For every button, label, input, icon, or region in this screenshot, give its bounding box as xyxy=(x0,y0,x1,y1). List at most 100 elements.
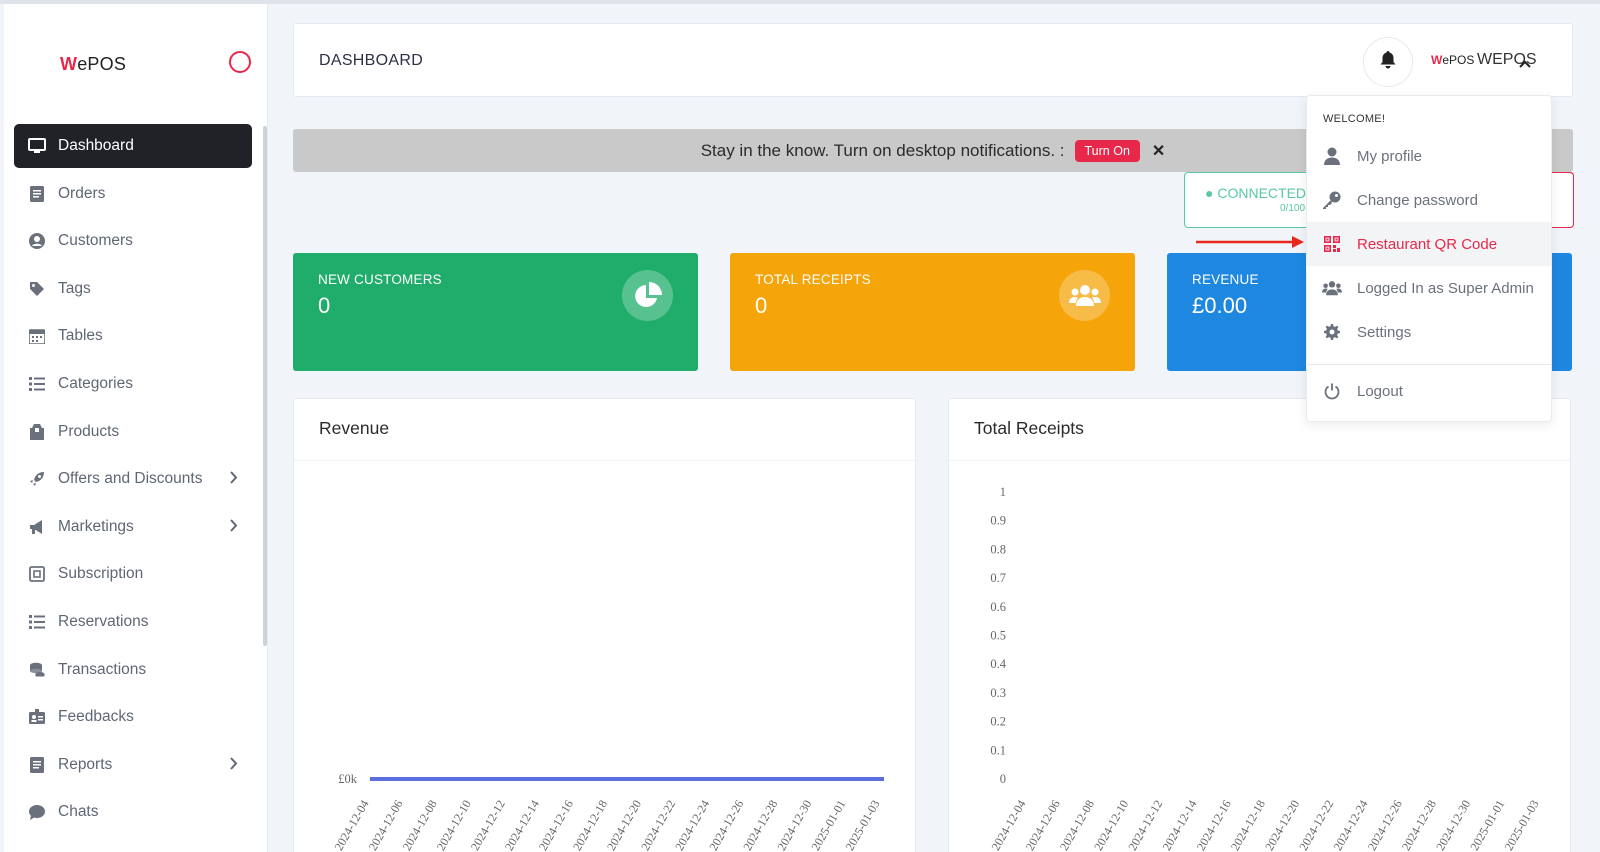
app-logo[interactable]: WePOS xyxy=(60,54,126,75)
total-receipts-chart-panel: Total Receipts 1 0.9 0.8 0.7 0.6 0.5 0.4 0.3 0.2… xyxy=(948,398,1571,852)
sidebar-item-label: Tables xyxy=(58,327,103,345)
sidebar-item-tables[interactable]: Tables xyxy=(14,314,252,358)
menu-divider xyxy=(1307,364,1551,365)
top-header: DASHBOARD WePOS WEPOS xyxy=(293,23,1573,97)
y-tick-label: 0.9 xyxy=(990,514,1006,528)
x-tick-label: 2024-12-12 xyxy=(468,798,508,852)
sidebar-item-transactions[interactable]: Transactions xyxy=(14,648,252,692)
sidebar-item-label: Reports xyxy=(58,755,113,773)
x-tick-label: 2024-12-28 xyxy=(1399,798,1439,852)
x-tick-label: 2024-12-04 xyxy=(988,798,1028,852)
settings-menu-item[interactable]: Settings xyxy=(1307,310,1551,354)
sidebar-item-label: Transactions xyxy=(58,660,147,678)
my-profile-menu-item[interactable]: My profile xyxy=(1307,134,1551,178)
page-title: DASHBOARD xyxy=(319,52,424,69)
chat-icon xyxy=(28,803,46,821)
card-value: £0.00 xyxy=(1192,293,1248,318)
id-card-icon xyxy=(28,708,46,726)
menu-item-label: Settings xyxy=(1357,323,1412,341)
x-tick-label: 2024-12-10 xyxy=(1091,798,1131,852)
sidebar-item-label: Categories xyxy=(58,374,133,392)
x-tick-label: 2024-12-12 xyxy=(1125,798,1165,852)
power-icon xyxy=(1322,383,1342,400)
sidebar-item-customers[interactable]: Customers xyxy=(14,219,252,263)
y-tick-label: 0.6 xyxy=(990,600,1006,614)
close-banner-button[interactable]: ✕ xyxy=(1152,141,1165,161)
notification-text: Stay in the know. Turn on desktop notifi… xyxy=(700,140,1065,160)
qr-code-icon xyxy=(1322,236,1342,252)
chevron-up-icon[interactable] xyxy=(1519,55,1531,73)
user-avatar-logo[interactable]: WePOS xyxy=(1431,53,1474,67)
x-tick-label: 2025-01-03 xyxy=(1501,798,1541,852)
y-tick-label: 0.8 xyxy=(990,542,1006,556)
y-tick-label: 0 xyxy=(1000,772,1006,786)
menu-item-label: Logout xyxy=(1357,382,1403,400)
sidebar-item-tags[interactable]: Tags xyxy=(14,267,252,311)
sidebar-item-reservations[interactable]: Reservations xyxy=(14,600,252,644)
sidebar-item-label: Dashboard xyxy=(58,137,134,154)
sidebar-item-offers-and-discounts[interactable]: Offers and Discounts xyxy=(14,457,252,501)
sidebar-item-chats[interactable]: Chats xyxy=(14,790,252,834)
chevron-right-icon xyxy=(230,757,238,775)
x-tick-label: 2024-12-14 xyxy=(502,798,542,852)
sidebar-item-feedbacks[interactable]: Feedbacks xyxy=(14,695,252,739)
sidebar-item-label: Feedbacks xyxy=(58,708,134,726)
sidebar-item-label: Reservations xyxy=(58,612,149,630)
logout-menu-item[interactable]: Logout xyxy=(1307,369,1551,413)
y-tick-label: 0.1 xyxy=(990,743,1006,757)
x-tick-label: 2024-12-18 xyxy=(1228,798,1268,852)
card-title: TOTAL RECEIPTS xyxy=(755,272,871,287)
x-tick-label: 2024-12-24 xyxy=(672,798,712,852)
notifications-button[interactable] xyxy=(1363,37,1413,87)
y-tick-label: 0.3 xyxy=(990,686,1006,700)
chevron-right-icon xyxy=(230,519,238,537)
tag-icon xyxy=(28,280,46,298)
revenue-chart-panel: Revenue £0k 2024-12-04 2024-12-06 2024-12-0… xyxy=(293,398,916,852)
x-tick-label: 2025-01-01 xyxy=(1467,798,1507,852)
card-title: REVENUE xyxy=(1192,272,1259,287)
x-tick-label: 2024-12-16 xyxy=(536,798,576,852)
sidebar-nav: Dashboard Orders Customers Tags Tables C… xyxy=(14,124,252,838)
panel-title: Total Receipts xyxy=(974,418,1084,438)
y-tick-label: £0k xyxy=(338,772,358,786)
sidebar-item-reports[interactable]: Reports xyxy=(14,743,252,787)
report-icon xyxy=(28,756,46,774)
rocket-icon xyxy=(28,470,46,488)
sidebar-item-label: Subscription xyxy=(58,565,144,583)
key-icon xyxy=(1322,191,1342,209)
x-tick-label: 2024-12-04 xyxy=(331,798,371,852)
pie-chart-icon xyxy=(622,270,673,321)
x-tick-label: 2025-01-01 xyxy=(808,798,848,852)
x-tick-label: 2024-12-30 xyxy=(1433,798,1473,852)
sidebar-item-label: Chats xyxy=(58,803,99,821)
welcome-label: WELCOME! xyxy=(1323,113,1386,125)
menu-item-label: My profile xyxy=(1357,147,1423,165)
sidebar-item-orders[interactable]: Orders xyxy=(14,172,252,216)
x-tick-label: 2024-12-26 xyxy=(706,798,746,852)
card-title: NEW CUSTOMERS xyxy=(318,272,442,287)
facebook-icon: ● xyxy=(1205,185,1218,201)
x-tick-label: 2024-12-20 xyxy=(604,798,644,852)
connected-count: 0/100 xyxy=(1280,203,1306,214)
list-icon xyxy=(28,375,46,393)
sidebar-item-categories[interactable]: Categories xyxy=(14,362,252,406)
user-circle-icon xyxy=(28,232,46,250)
sidebar-toggle-button[interactable] xyxy=(229,51,251,73)
sidebar-item-label: Offers and Discounts xyxy=(58,470,203,488)
sidebar-item-dashboard[interactable]: Dashboard xyxy=(14,124,252,168)
change-password-menu-item[interactable]: Change password xyxy=(1307,178,1551,222)
panel-title: Revenue xyxy=(319,418,390,438)
coins-icon xyxy=(28,661,46,679)
sidebar-item-marketings[interactable]: Marketings xyxy=(14,505,252,549)
x-tick-label: 2024-12-22 xyxy=(638,798,678,852)
x-tick-label: 2024-12-06 xyxy=(1023,798,1063,852)
logged-in-as-menu-item[interactable]: Logged In as Super Admin xyxy=(1307,266,1551,310)
chevron-right-icon xyxy=(230,471,238,489)
restaurant-qr-code-menu-item[interactable]: Restaurant QR Code xyxy=(1307,222,1551,266)
sidebar-scrollbar[interactable] xyxy=(263,126,267,646)
turn-on-notifications-button[interactable]: Turn On xyxy=(1074,139,1140,162)
sidebar-item-subscription[interactable]: Subscription xyxy=(14,552,252,596)
sidebar-item-products[interactable]: Products xyxy=(14,410,252,454)
monitor-icon xyxy=(28,137,46,155)
gear-icon xyxy=(1322,324,1342,340)
